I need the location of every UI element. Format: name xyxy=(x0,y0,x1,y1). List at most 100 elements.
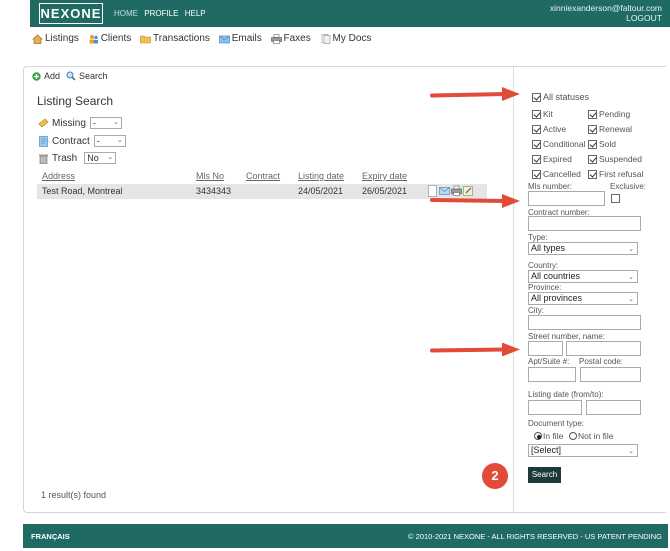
status-kit[interactable]: Kit xyxy=(532,109,553,119)
checkbox-box xyxy=(532,92,541,102)
checkbox-box xyxy=(532,124,541,134)
trash-label: Trash xyxy=(52,152,78,164)
account-email: xinniexanderson@faltour.com xyxy=(549,3,662,13)
chevron-down-icon: ⌄ xyxy=(628,246,634,253)
nav-help[interactable]: HELP xyxy=(185,9,206,18)
add-icon xyxy=(32,71,41,81)
contract-number-input[interactable] xyxy=(528,216,641,231)
contract-filter: Contract - ⌄ xyxy=(38,135,126,147)
checkbox-box xyxy=(588,154,597,164)
status-suspended[interactable]: Suspended xyxy=(588,154,642,164)
logout-link[interactable]: LOGOUT xyxy=(550,13,662,23)
chevron-down-icon: ⌄ xyxy=(628,274,634,281)
contract-select[interactable]: - ⌄ xyxy=(93,135,126,147)
nav-transactions[interactable]: Transactions xyxy=(140,33,210,44)
exclusive-checkbox[interactable] xyxy=(611,194,620,203)
checkbox-box xyxy=(532,139,541,149)
missing-label: Missing xyxy=(52,117,86,129)
checkbox-box xyxy=(588,139,597,149)
nav-home[interactable]: HOME xyxy=(114,9,138,18)
type-select[interactable]: All types ⌄ xyxy=(528,242,638,255)
nav-profile[interactable]: PROFILE xyxy=(144,9,178,18)
status-cancelled[interactable]: Cancelled xyxy=(532,169,581,179)
street-label: Street number, name: xyxy=(528,332,605,341)
annotation-arrow-icon xyxy=(430,87,520,101)
trash-icon xyxy=(39,154,48,164)
checkbox-box xyxy=(532,154,541,164)
header-listing-date[interactable]: Listing date xyxy=(298,171,344,181)
status-active[interactable]: Active xyxy=(532,124,566,134)
listing-search-card: Add Search Listing Search Missing - ⌄ Con… xyxy=(23,66,668,513)
street-name-input[interactable] xyxy=(566,341,641,356)
nav-clients[interactable]: Clients xyxy=(88,33,131,44)
section-nav: Listings Clients Transactions Emails Fax… xyxy=(32,33,377,47)
status-sold[interactable]: Sold xyxy=(588,139,616,149)
checkbox-box xyxy=(532,109,541,119)
header-address[interactable]: Address xyxy=(42,171,75,181)
header-expiry-date[interactable]: Expiry date xyxy=(362,171,407,181)
search-toolbar-button[interactable]: Search xyxy=(66,71,108,81)
province-select[interactable]: All provinces ⌄ xyxy=(528,292,638,305)
document-type-select[interactable]: [Select] ⌄ xyxy=(528,444,638,457)
nav-listings[interactable]: Listings xyxy=(32,33,79,44)
envelope-icon xyxy=(218,35,230,43)
nav-emails[interactable]: Emails xyxy=(218,33,262,44)
nav-faxes[interactable]: Faxes xyxy=(270,33,311,44)
status-first-refusal[interactable]: First refusal xyxy=(588,169,643,179)
status-conditional[interactable]: Conditional xyxy=(532,139,586,149)
chevron-down-icon: ⌄ xyxy=(628,448,634,455)
chevron-down-icon: ⌄ xyxy=(107,154,114,161)
checkbox-box xyxy=(588,169,597,179)
language-link[interactable]: FRANÇAIS xyxy=(31,532,70,541)
chevron-down-icon: ⌄ xyxy=(628,296,634,303)
header-contract[interactable]: Contract xyxy=(246,171,280,181)
radio-dot xyxy=(569,432,577,440)
checkbox-box xyxy=(588,109,597,119)
contract-icon xyxy=(39,135,48,147)
contract-label: Contract xyxy=(52,135,90,147)
country-select[interactable]: All countries ⌄ xyxy=(528,270,638,283)
printer-icon xyxy=(270,33,282,44)
annotation-arrow-icon xyxy=(430,194,520,208)
status-renewal[interactable]: Renewal xyxy=(588,124,632,134)
in-file-radio[interactable]: In file xyxy=(534,431,563,441)
table-row[interactable]: Test Road, Montreal 3434343 24/05/2021 2… xyxy=(37,184,487,199)
listing-date-to-input[interactable] xyxy=(586,400,641,415)
trash-filter: Trash No ⌄ xyxy=(38,152,117,164)
missing-filter: Missing - ⌄ xyxy=(38,117,122,129)
document-type-label: Document type: xyxy=(528,419,585,428)
nav-my-docs[interactable]: My Docs xyxy=(320,33,371,44)
all-statuses-checkbox[interactable]: All statuses xyxy=(532,92,589,102)
top-bar: NEXONE HOME PROFILE HELP xinniexanderson… xyxy=(30,0,670,27)
trash-select[interactable]: No ⌄ xyxy=(84,152,117,164)
chevron-down-icon: ⌄ xyxy=(116,137,123,144)
cell-listing-date: 24/05/2021 xyxy=(298,186,344,196)
missing-select[interactable]: - ⌄ xyxy=(89,117,122,129)
city-label: City: xyxy=(528,306,544,315)
search-button[interactable]: Search xyxy=(528,467,561,483)
not-in-file-radio[interactable]: Not in file xyxy=(569,431,613,441)
listing-date-label: Listing date (from/to): xyxy=(528,390,604,399)
add-button[interactable]: Add xyxy=(32,71,60,81)
street-number-input[interactable] xyxy=(528,341,563,356)
copyright-text: © 2010-2021 NEXONE - ALL RIGHTS RESERVED… xyxy=(408,532,662,541)
status-pending[interactable]: Pending xyxy=(588,109,630,119)
cell-mls-no: 3434343 xyxy=(196,186,232,196)
postal-code-label: Postal code: xyxy=(579,357,624,366)
type-label: Type: xyxy=(528,233,548,242)
city-input[interactable] xyxy=(528,315,641,330)
search-panel: All statuses Kit Pending Active Renewal … xyxy=(513,67,668,512)
radio-dot xyxy=(534,432,542,440)
magnifier-icon xyxy=(66,71,76,81)
apt-input[interactable] xyxy=(528,367,576,382)
listing-date-from-input[interactable] xyxy=(528,400,582,415)
header-mls-no[interactable]: Mls No xyxy=(196,171,224,181)
toolbar: Add Search xyxy=(32,71,114,81)
province-label: Province: xyxy=(528,283,562,292)
mls-number-input[interactable] xyxy=(528,191,605,206)
checkbox-box xyxy=(588,124,597,134)
nexone-logo[interactable]: NEXONE xyxy=(39,3,103,24)
account-info: xinniexanderson@faltour.com LOGOUT xyxy=(550,3,662,23)
status-expired[interactable]: Expired xyxy=(532,154,572,164)
postal-code-input[interactable] xyxy=(580,367,641,382)
